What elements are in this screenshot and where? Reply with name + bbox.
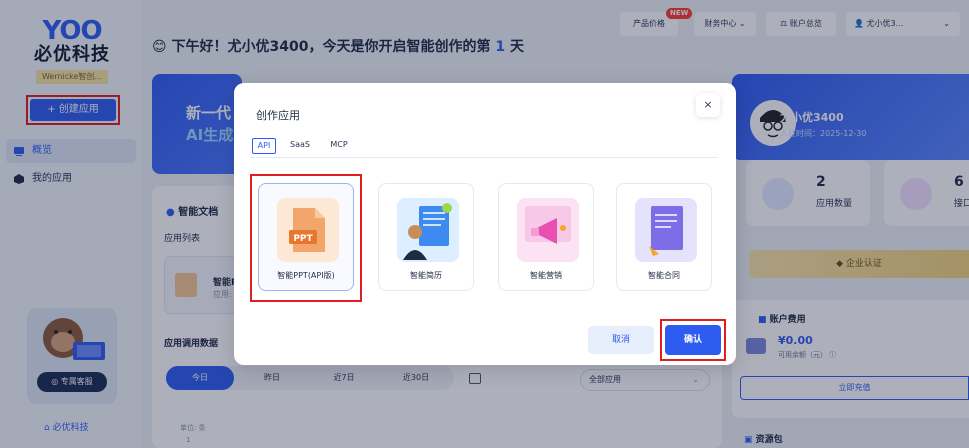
option-smart-resume[interactable]: 智能简历 bbox=[378, 183, 474, 291]
megaphone-icon bbox=[517, 198, 579, 262]
option-smart-contract[interactable]: 智能合同 bbox=[616, 183, 712, 291]
contract-icon bbox=[635, 198, 697, 262]
option-label: 智能PPT(API版) bbox=[277, 271, 335, 280]
close-button[interactable]: × bbox=[696, 93, 720, 117]
cancel-button[interactable]: 取消 bbox=[588, 326, 654, 354]
option-smart-marketing[interactable]: 智能营销 bbox=[498, 183, 594, 291]
svg-text:PPT: PPT bbox=[293, 234, 313, 244]
option-label: 智能营销 bbox=[530, 271, 562, 280]
tab-mcp[interactable]: MCP bbox=[326, 138, 352, 154]
confirm-highlight: 确认 bbox=[660, 319, 726, 361]
tab-api[interactable]: API bbox=[252, 138, 276, 154]
ppt-file-icon: PPT bbox=[277, 198, 339, 262]
modal-title: 创作应用 bbox=[256, 109, 300, 122]
option-smart-ppt[interactable]: PPT 智能PPT(API版) bbox=[258, 183, 354, 291]
create-app-modal: 创作应用 × API SaaS MCP PPT 智能PPT(API版) 智能简历 bbox=[234, 83, 736, 365]
option-label: 智能简历 bbox=[410, 271, 442, 280]
option-label: 智能合同 bbox=[648, 271, 680, 280]
resume-icon bbox=[397, 198, 459, 262]
tab-saas[interactable]: SaaS bbox=[286, 138, 314, 154]
close-icon: × bbox=[703, 98, 713, 111]
confirm-button[interactable]: 确认 bbox=[665, 325, 721, 355]
tab-divider bbox=[250, 157, 718, 158]
